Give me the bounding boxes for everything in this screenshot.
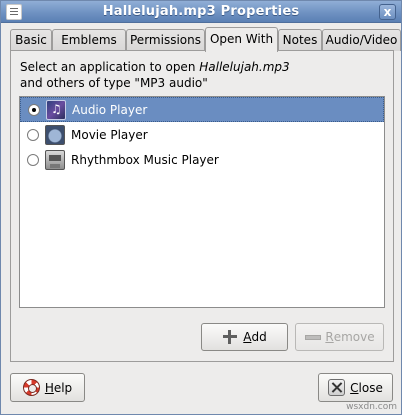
help-label: elp	[53, 380, 73, 395]
help-button[interactable]: Help	[10, 373, 85, 402]
tab-notes[interactable]: Notes	[278, 29, 322, 51]
close-icon	[328, 379, 346, 396]
description-mime-type: and others of type "MP3 audio"	[20, 76, 208, 90]
tab-bar: Basic Emblems Permissions Open With Note…	[10, 27, 401, 52]
remove-button[interactable]: Remove	[295, 323, 384, 351]
list-item-movie-player[interactable]: Movie Player	[20, 122, 384, 147]
remove-label: emove	[333, 330, 375, 344]
description-file-name: Hallelujah.mp3	[199, 60, 290, 74]
description-text: Select an application to open Hallelujah…	[20, 59, 385, 91]
radio-unselected[interactable]	[27, 128, 39, 141]
rhythmbox-icon	[45, 149, 65, 170]
remove-icon	[304, 329, 322, 345]
tab-basic[interactable]: Basic	[10, 29, 52, 51]
close-mnemonic: C	[350, 380, 359, 395]
audio-player-icon	[46, 99, 66, 120]
description-prefix: Select an application to open	[20, 60, 200, 74]
add-label: dd	[251, 330, 267, 344]
properties-dialog: Hallelujah.mp3 Properties x Basic Emblem…	[0, 0, 402, 415]
tab-open-with[interactable]: Open With	[205, 27, 278, 52]
application-list[interactable]: Audio Player Movie Player Rhythmbox Musi…	[19, 96, 385, 308]
add-button[interactable]: Add	[201, 323, 288, 351]
tab-permissions[interactable]: Permissions	[126, 29, 205, 51]
radio-selected[interactable]	[28, 103, 40, 116]
open-with-panel: Select an application to open Hallelujah…	[10, 50, 394, 362]
tab-emblems[interactable]: Emblems	[52, 29, 126, 51]
app-name: Rhythmbox Music Player	[71, 152, 219, 167]
list-item-audio-player[interactable]: Audio Player	[20, 97, 384, 122]
help-icon	[22, 379, 40, 396]
remove-mnemonic: R	[325, 330, 334, 344]
tab-audio-video[interactable]: Audio/Video	[322, 29, 401, 51]
add-mnemonic: A	[243, 330, 252, 344]
app-name: Audio Player	[72, 102, 148, 117]
watermark: wsxdn.com	[346, 402, 397, 412]
close-button[interactable]: Close	[318, 373, 393, 402]
help-mnemonic: H	[44, 380, 54, 395]
close-label: lose	[358, 380, 383, 395]
movie-player-icon	[45, 124, 65, 145]
list-item-rhythmbox[interactable]: Rhythmbox Music Player	[20, 147, 384, 172]
title-bar[interactable]: Hallelujah.mp3 Properties x	[1, 1, 401, 23]
window-close-button[interactable]: x	[379, 4, 396, 20]
plus-icon	[222, 329, 238, 345]
app-name: Movie Player	[71, 127, 148, 142]
radio-unselected[interactable]	[27, 153, 39, 166]
window-title: Hallelujah.mp3 Properties	[102, 4, 300, 19]
